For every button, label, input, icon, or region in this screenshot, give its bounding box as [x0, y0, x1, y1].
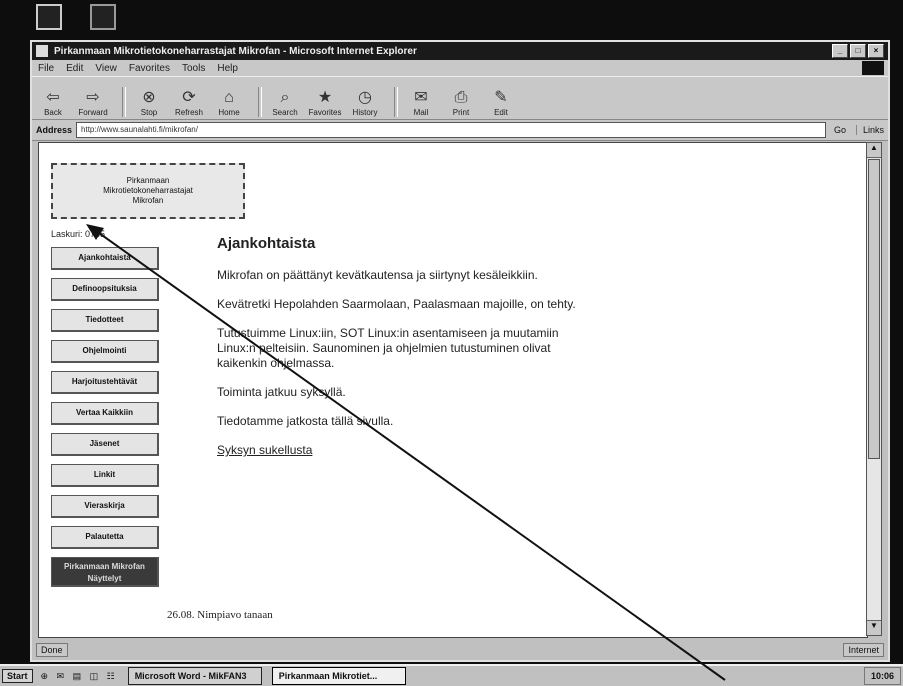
nav-button-banner[interactable]: Pirkanmaan Mikrofan Näyttelyt: [51, 557, 159, 587]
home-icon: ⌂: [224, 89, 234, 106]
back-button[interactable]: ⇦ Back: [36, 88, 70, 117]
forward-button[interactable]: ⇨ Forward: [76, 88, 110, 117]
home-button[interactable]: ⌂ Home: [212, 88, 246, 117]
go-button[interactable]: Go: [834, 125, 846, 135]
logo-line: Pirkanmaan: [126, 176, 170, 185]
forward-arrow-icon: ⇨: [86, 89, 100, 106]
menu-view[interactable]: View: [95, 63, 117, 74]
favorites-icon: ★: [317, 89, 333, 106]
paragraph: Tutustuimme Linux:iin, SOT Linux:in asen…: [217, 326, 559, 370]
nav-button[interactable]: Palautetta: [51, 526, 159, 549]
edit-icon: ✎: [494, 89, 508, 106]
desktop-icon-documents[interactable]: [90, 4, 116, 30]
status-bar: Done Internet: [36, 642, 884, 658]
paragraph: Kevätretki Hepolahden Saarmolaan, Paalas…: [217, 297, 576, 311]
standard-toolbar: ⇦ Back ⇨ Forward ⊗ Stop ⟳ Refresh ⌂ Home ⌕ Sea…: [32, 76, 888, 120]
scroll-down-icon[interactable]: ▼: [867, 620, 881, 635]
visitor-counter: Laskuri: 0765: [51, 229, 106, 239]
logo-line: Mikrotietokoneharrastajat: [103, 186, 193, 195]
close-button[interactable]: ×: [868, 44, 884, 58]
refresh-button[interactable]: ⟳ Refresh: [172, 88, 206, 117]
vertical-scrollbar[interactable]: ▲ ▼: [866, 142, 882, 636]
status-text: Done: [36, 643, 68, 657]
refresh-icon: ⟳: [182, 89, 196, 106]
site-logo[interactable]: Pirkanmaan Mikrotietokoneharrastajat Mik…: [51, 163, 245, 219]
nav-button[interactable]: Harjoitustehtävät: [51, 371, 159, 394]
nav-button[interactable]: Linkit: [51, 464, 159, 487]
title-bar[interactable]: Pirkanmaan Mikrotietokoneharrastajat Mik…: [32, 42, 888, 60]
start-button[interactable]: Start: [2, 669, 33, 683]
menu-edit[interactable]: Edit: [66, 63, 83, 74]
scroll-up-icon[interactable]: ▲: [867, 143, 881, 158]
security-zone: Internet: [843, 643, 884, 657]
computer-icon: [36, 4, 62, 30]
system-clock: 10:06: [863, 667, 901, 685]
address-input[interactable]: http://www.saunalahti.fi/mikrofan/: [76, 122, 826, 138]
nav-button[interactable]: Ohjelmointi: [51, 340, 159, 363]
nav-button[interactable]: Vertaa Kaikkiin: [51, 402, 159, 425]
task-word[interactable]: Microsoft Word - MikFAN3: [127, 667, 262, 685]
print-icon: ⎙: [454, 89, 468, 106]
menu-tools[interactable]: Tools: [182, 63, 205, 74]
paragraph: Toiminta jatkuu syksyllä.: [217, 385, 346, 399]
mail-button[interactable]: ✉ Mail: [404, 88, 438, 117]
menu-favorites[interactable]: Favorites: [129, 63, 170, 74]
taskbar: Start ⊕ ✉ ▤ ◫ ☷ Microsoft Word - MikFAN3…: [0, 664, 903, 686]
search-icon: ⌕: [280, 89, 290, 106]
minimize-button[interactable]: _: [832, 44, 848, 58]
paragraph: Tiedotamme jatkosta tällä sivulla.: [217, 414, 394, 428]
nav-button[interactable]: Definoopsituksia: [51, 278, 159, 301]
favorites-button[interactable]: ★ Favorites: [308, 88, 342, 117]
task-ie[interactable]: Pirkanmaan Mikrotiet...: [271, 667, 406, 685]
print-button[interactable]: ⎙ Print: [444, 88, 478, 117]
page-content: Pirkanmaan Mikrotietokoneharrastajat Mik…: [38, 142, 868, 638]
documents-icon: [90, 4, 116, 30]
ie-icon: [36, 45, 48, 57]
scroll-thumb[interactable]: [868, 159, 880, 459]
search-button[interactable]: ⌕ Search: [268, 88, 302, 117]
autumn-link[interactable]: Syksyn sukellusta: [217, 443, 312, 457]
menu-help[interactable]: Help: [217, 63, 238, 74]
page-heading: Ajankohtaista: [217, 235, 316, 252]
ie-window: Pirkanmaan Mikrotietokoneharrastajat Mik…: [30, 40, 890, 662]
windows-logo-throbber: [862, 61, 884, 75]
nav-button-ajankohtaista[interactable]: Ajankohtaista: [51, 247, 159, 270]
menu-file[interactable]: File: [38, 63, 54, 74]
quick-launch[interactable]: ⊕ ✉ ▤ ◫ ☷: [41, 671, 118, 682]
history-icon: ◷: [358, 89, 372, 106]
toolbar-separator: [394, 87, 398, 117]
toolbar-separator: [122, 87, 126, 117]
main-article: Ajankohtaista Mikrofan on päättänyt kevä…: [217, 235, 577, 472]
nav-button[interactable]: Jäsenet: [51, 433, 159, 456]
nav-button[interactable]: Vieraskirja: [51, 495, 159, 518]
date-footer: 26.08. Nimpiavo tanaan: [167, 609, 273, 621]
stop-button[interactable]: ⊗ Stop: [132, 88, 166, 117]
address-bar: Address http://www.saunalahti.fi/mikrofa…: [32, 120, 888, 141]
mail-icon: ✉: [414, 89, 428, 106]
desktop-icon-my-computer[interactable]: [36, 4, 62, 30]
site-nav: Ajankohtaista Definoopsituksia Tiedottee…: [51, 247, 159, 595]
address-label: Address: [36, 125, 73, 135]
nav-button[interactable]: Tiedotteet: [51, 309, 159, 332]
edit-button[interactable]: ✎ Edit: [484, 88, 518, 117]
toolbar-separator: [258, 87, 262, 117]
maximize-button[interactable]: □: [850, 44, 866, 58]
paragraph: Mikrofan on päättänyt kevätkautensa ja s…: [217, 268, 538, 282]
menu-bar: File Edit View Favorites Tools Help: [32, 60, 888, 76]
history-button[interactable]: ◷ History: [348, 88, 382, 117]
logo-line: Mikrofan: [132, 196, 164, 205]
stop-icon: ⊗: [142, 89, 156, 106]
window-title: Pirkanmaan Mikrotietokoneharrastajat Mik…: [54, 45, 417, 57]
links-button[interactable]: Links: [855, 125, 884, 135]
back-arrow-icon: ⇦: [46, 89, 60, 106]
